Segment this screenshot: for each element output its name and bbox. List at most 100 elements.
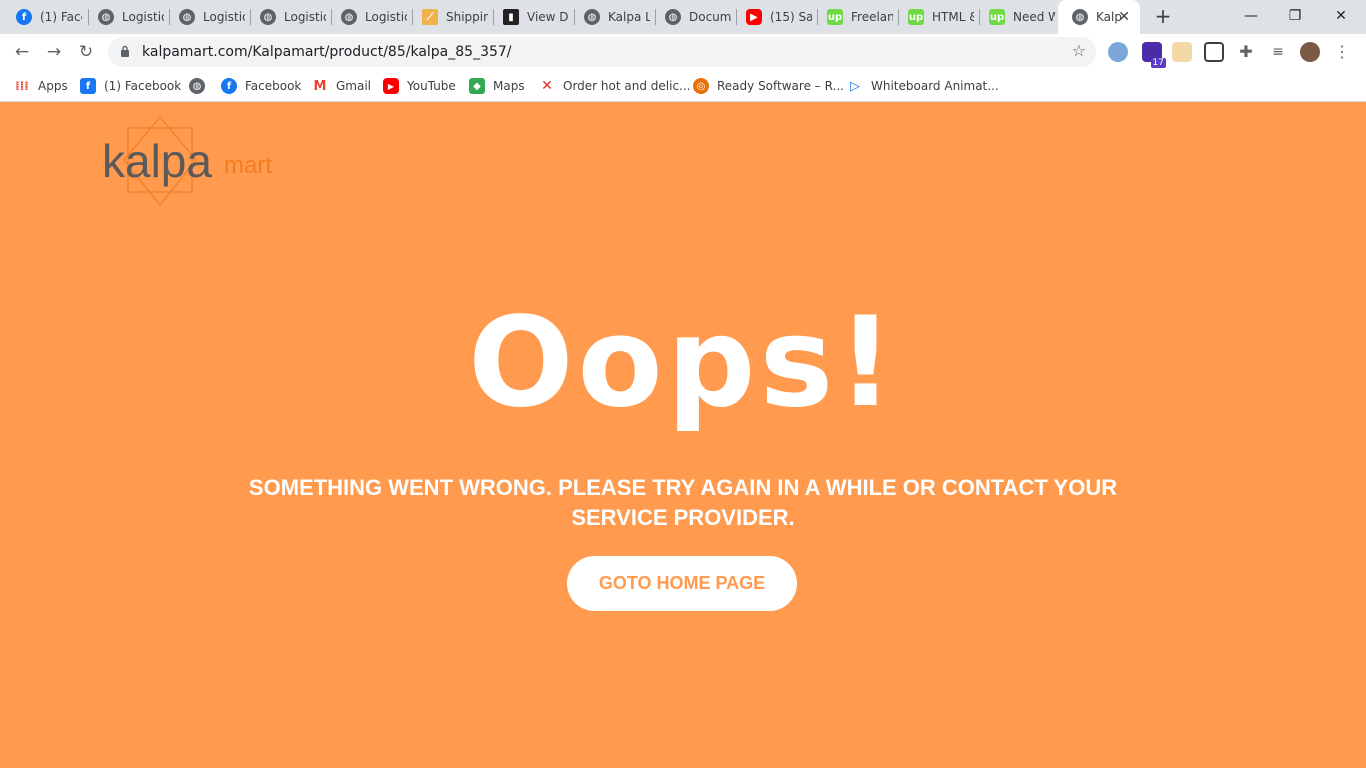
bookmark-globe[interactable]: ◍ <box>189 76 213 96</box>
bookmark-label: Gmail <box>336 79 372 93</box>
minimize-button[interactable]: — <box>1228 4 1274 28</box>
upwork-icon: up <box>908 9 924 25</box>
extension-badge-icon[interactable]: 17 <box>1142 42 1166 68</box>
back-button[interactable]: ← <box>10 40 34 64</box>
bookmark-gmail[interactable]: M Gmail <box>312 76 371 96</box>
globe-icon: ◍ <box>260 9 276 25</box>
reload-button[interactable]: ↻ <box>74 40 98 64</box>
error-message: SOMETHING WENT WRONG. PLEASE TRY AGAIN I… <box>248 475 1118 530</box>
tab-item[interactable]: ◍ Logistic <box>165 0 245 34</box>
tab-title: Logistic <box>365 10 407 24</box>
globe-icon: ◍ <box>584 9 600 25</box>
bookmark-label: Facebook <box>245 79 302 93</box>
menu-icon[interactable]: ⋮ <box>1332 42 1352 62</box>
close-tab-icon[interactable]: ✕ <box>1118 9 1130 25</box>
youtube-icon: ▶ <box>746 9 762 25</box>
bookmark-facebook-1[interactable]: f (1) Facebook <box>80 76 181 96</box>
tab-item[interactable]: ◍ Docum <box>651 0 731 34</box>
bookmark-ready-software[interactable]: ◎ Ready Software – R... <box>693 76 844 96</box>
bookmark-order-food[interactable]: ✕ Order hot and delic... <box>539 76 690 96</box>
logo-submark: mart <box>224 152 272 179</box>
browser-toolbar: ← → ↻ kalpamart.com/Kalpamart/product/85… <box>0 34 1366 70</box>
tab-item[interactable]: up Freelan <box>813 0 893 34</box>
globe-icon: ◍ <box>189 78 205 94</box>
shipping-icon: ⟋ <box>422 9 438 25</box>
lock-icon <box>121 45 129 57</box>
play-icon: ▷ <box>850 78 860 94</box>
tab-item[interactable]: ▶ (15) Sat <box>732 0 812 34</box>
tab-item[interactable]: ▮ View De <box>489 0 569 34</box>
tab-item[interactable]: ◍ Logistic <box>84 0 164 34</box>
new-tab-button[interactable]: + <box>1152 5 1174 27</box>
kalpamart-logo[interactable]: kalpa mart <box>100 115 285 207</box>
bookmarks-bar: ⁞⁞⁞ Apps f (1) Facebook ◍ f Facebook M G… <box>0 70 1366 102</box>
bookmark-label: Apps <box>38 79 68 93</box>
tab-title: View De <box>527 10 569 24</box>
goto-home-button[interactable]: GOTO HOME PAGE <box>567 556 797 611</box>
maps-icon: ◆ <box>469 78 485 94</box>
tab-title: Freelan <box>851 10 893 24</box>
bookmark-label: YouTube <box>407 79 456 93</box>
globe-icon: ◍ <box>1072 9 1088 25</box>
tab-title: Docum <box>689 10 731 24</box>
tab-item[interactable]: ◍ Kalpa Lo <box>570 0 650 34</box>
tab-strip: f (1) Face ◍ Logistic ◍ Logistic ◍ Logis… <box>0 0 1366 34</box>
ready-software-icon: ◎ <box>693 78 709 94</box>
bookmark-star-icon[interactable]: ☆ <box>1072 41 1086 60</box>
tab-title: Need W <box>1013 10 1055 24</box>
logo-wordmark: kalpa <box>102 135 212 187</box>
puzzle-icon[interactable]: ✚ <box>1236 42 1256 62</box>
extension-icon[interactable] <box>1108 42 1128 62</box>
error-page: kalpa mart Oops! SOMETHING WENT WRONG. P… <box>0 103 1366 768</box>
tab-title: Logistic <box>284 10 326 24</box>
notes-extension-icon[interactable] <box>1172 42 1192 62</box>
bookmark-youtube[interactable]: ▶ YouTube <box>383 76 456 96</box>
view-icon: ▮ <box>503 9 519 25</box>
tab-item[interactable]: f (1) Face <box>2 0 82 34</box>
tab-item[interactable]: up Need W <box>975 0 1055 34</box>
close-window-button[interactable]: ✕ <box>1318 4 1364 28</box>
tab-title: Shippin <box>446 10 488 24</box>
globe-icon: ◍ <box>179 9 195 25</box>
bookmark-label: Order hot and delic... <box>563 79 691 93</box>
globe-icon: ◍ <box>341 9 357 25</box>
apps-grid-icon: ⁞⁞⁞ <box>15 79 29 93</box>
tab-item[interactable]: up HTML & <box>894 0 974 34</box>
address-bar[interactable]: kalpamart.com/Kalpamart/product/85/kalpa… <box>108 37 1096 67</box>
bookmark-label: Ready Software – R... <box>717 79 844 93</box>
bookmark-label: Whiteboard Animat... <box>871 79 999 93</box>
bookmark-facebook[interactable]: f Facebook <box>221 76 301 96</box>
upwork-icon: up <box>989 9 1005 25</box>
tab-title: HTML & <box>932 10 974 24</box>
bookmark-apps[interactable]: ⁞⁞⁞ Apps <box>14 76 68 96</box>
error-heading: Oops! <box>468 291 898 435</box>
globe-icon: ◍ <box>98 9 114 25</box>
forward-button[interactable]: → <box>42 40 66 64</box>
avatar[interactable] <box>1300 42 1320 62</box>
tab-title: (15) Sat <box>770 10 812 24</box>
extension-badge: 17 <box>1150 58 1166 68</box>
tab-title: Logistic <box>203 10 245 24</box>
gmail-icon: M <box>313 78 327 94</box>
upwork-icon: up <box>827 9 843 25</box>
tab-active[interactable]: ◍ Kalp ✕ <box>1058 0 1140 34</box>
bookmark-whiteboard[interactable]: ▷ Whiteboard Animat... <box>847 76 999 96</box>
tab-item[interactable]: ◍ Logistic <box>246 0 326 34</box>
facebook-icon: f <box>16 9 32 25</box>
globe-icon: ◍ <box>665 9 681 25</box>
tab-item[interactable]: ◍ Logistic <box>327 0 407 34</box>
tab-item[interactable]: ⟋ Shippin <box>408 0 488 34</box>
tab-title: Kalpa Lo <box>608 10 650 24</box>
screenshot-extension-icon[interactable] <box>1204 42 1224 62</box>
url-text: kalpamart.com/Kalpamart/product/85/kalpa… <box>142 44 512 60</box>
bookmark-maps[interactable]: ◆ Maps <box>469 76 525 96</box>
youtube-icon: ▶ <box>383 78 399 94</box>
bookmark-label: (1) Facebook <box>104 79 182 93</box>
reading-list-icon[interactable]: ≡ <box>1268 42 1288 62</box>
tab-title: (1) Face <box>40 10 82 24</box>
bookmark-label: Maps <box>493 79 525 93</box>
restore-button[interactable]: ❐ <box>1272 4 1318 28</box>
facebook-icon: f <box>221 78 237 94</box>
tab-title: Logistic <box>122 10 164 24</box>
fork-knife-icon: ✕ <box>541 78 553 94</box>
